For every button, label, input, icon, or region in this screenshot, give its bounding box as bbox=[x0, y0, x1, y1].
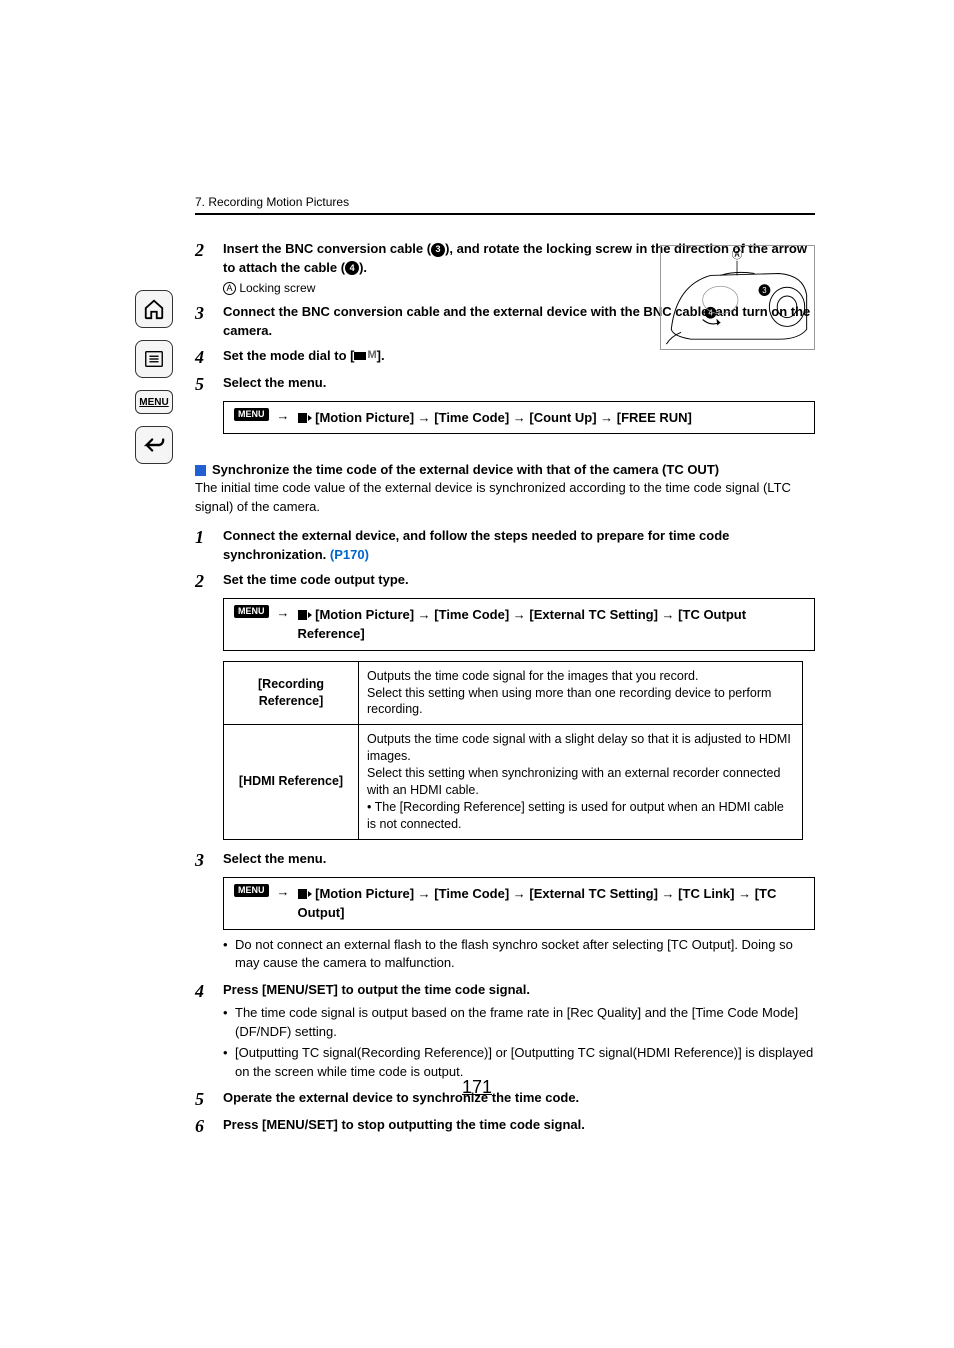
row-body: Outputs the time code signal with a slig… bbox=[359, 725, 803, 839]
tc-step-3: 3 Select the menu. bbox=[195, 850, 815, 871]
step-5: 5 Select the menu. bbox=[195, 374, 815, 395]
page-content: 7. Recording Motion Pictures Ⓐ 3 4 2 Ins… bbox=[195, 195, 815, 1143]
sidebar-nav: MENU bbox=[135, 290, 175, 476]
page-number[interactable]: 171 bbox=[462, 1077, 492, 1098]
step-text: ]. bbox=[377, 348, 385, 363]
toc-icon[interactable] bbox=[135, 340, 173, 378]
label-A-icon: A bbox=[223, 282, 236, 295]
section-heading: Synchronize the time code of the externa… bbox=[195, 462, 815, 477]
step-text: ). bbox=[359, 260, 367, 275]
menu-path-box: MENU → [Motion Picture] → [Time Code] → … bbox=[223, 401, 815, 435]
step-number: 2 bbox=[195, 571, 223, 592]
table-row: [HDMI Reference] Outputs the time code s… bbox=[224, 725, 803, 839]
svg-text:Ⓐ: Ⓐ bbox=[732, 249, 743, 261]
section-description: The initial time code value of the exter… bbox=[195, 479, 815, 517]
step-number: 4 bbox=[195, 981, 223, 1083]
step-text: Operate the external device to synchroni… bbox=[223, 1090, 579, 1105]
menu-path-text: [Motion Picture] → [Time Code] → [Count … bbox=[315, 410, 692, 425]
motion-picture-icon bbox=[298, 413, 312, 423]
creative-video-mode-icon: M bbox=[354, 348, 376, 364]
step-number: 1 bbox=[195, 527, 223, 565]
step-text: Set the time code output type. bbox=[223, 572, 409, 587]
step-text: Select the menu. bbox=[223, 375, 326, 390]
motion-picture-icon bbox=[298, 889, 312, 899]
step-text: Press [MENU/SET] to output the time code… bbox=[223, 982, 530, 997]
tc-step-6: 6 Press [MENU/SET] to stop outputting th… bbox=[195, 1116, 815, 1137]
note-list: Do not connect an external flash to the … bbox=[223, 936, 815, 974]
tc-step-4: 4 Press [MENU/SET] to output the time co… bbox=[195, 981, 815, 1083]
menu-path-box: MENU → [Motion Picture] → [Time Code] → … bbox=[223, 877, 815, 930]
menu-badge: MENU bbox=[234, 605, 269, 618]
step-number: 6 bbox=[195, 1116, 223, 1137]
page-link[interactable]: (P170) bbox=[330, 547, 369, 562]
section-title: Synchronize the time code of the externa… bbox=[212, 462, 719, 477]
row-header: [Recording Reference] bbox=[224, 661, 359, 725]
menu-path-text: [Motion Picture] → [Time Code] → [Extern… bbox=[298, 886, 777, 921]
section-marker-icon bbox=[195, 465, 206, 476]
step-number: 5 bbox=[195, 1089, 223, 1110]
step-number: 2 bbox=[195, 240, 223, 297]
menu-badge: MENU bbox=[234, 408, 269, 421]
menu-nav-button[interactable]: MENU bbox=[135, 390, 173, 414]
home-icon[interactable] bbox=[135, 290, 173, 328]
callout-4-icon: 4 bbox=[345, 261, 359, 275]
step-number: 3 bbox=[195, 850, 223, 871]
menu-badge: MENU bbox=[234, 884, 269, 897]
step-text: Set the mode dial to [ bbox=[223, 348, 354, 363]
menu-path-text: [Motion Picture] → [Time Code] → [Extern… bbox=[298, 607, 747, 642]
list-item: The time code signal is output based on … bbox=[223, 1004, 815, 1042]
list-item: [Outputting TC signal(Recording Referenc… bbox=[223, 1044, 815, 1082]
settings-table: [Recording Reference] Outputs the time c… bbox=[223, 661, 803, 840]
list-item: Do not connect an external flash to the … bbox=[223, 936, 815, 974]
sublabel-text: Locking screw bbox=[236, 281, 315, 295]
back-icon[interactable] bbox=[135, 426, 173, 464]
step-text: Connect the external device, and follow … bbox=[223, 528, 729, 562]
svg-text:4: 4 bbox=[708, 309, 713, 318]
step-number: 5 bbox=[195, 374, 223, 395]
svg-text:3: 3 bbox=[762, 286, 767, 295]
callout-3-icon: 3 bbox=[431, 243, 445, 257]
step-number: 4 bbox=[195, 347, 223, 368]
row-body: Outputs the time code signal for the ima… bbox=[359, 661, 803, 725]
tc-step-1: 1 Connect the external device, and follo… bbox=[195, 527, 815, 565]
menu-path-box: MENU → [Motion Picture] → [Time Code] → … bbox=[223, 598, 815, 651]
tc-step-2: 2 Set the time code output type. bbox=[195, 571, 815, 592]
table-row: [Recording Reference] Outputs the time c… bbox=[224, 661, 803, 725]
step-number: 3 bbox=[195, 303, 223, 341]
step-text: Press [MENU/SET] to stop outputting the … bbox=[223, 1117, 585, 1132]
step-text: Insert the BNC conversion cable ( bbox=[223, 241, 431, 256]
chapter-header: 7. Recording Motion Pictures bbox=[195, 195, 815, 215]
row-header: [HDMI Reference] bbox=[224, 725, 359, 839]
tc-step-5: 5 Operate the external device to synchro… bbox=[195, 1089, 815, 1110]
camera-illustration: Ⓐ 3 4 bbox=[660, 245, 815, 350]
step-text: Select the menu. bbox=[223, 851, 326, 866]
motion-picture-icon bbox=[298, 610, 312, 620]
